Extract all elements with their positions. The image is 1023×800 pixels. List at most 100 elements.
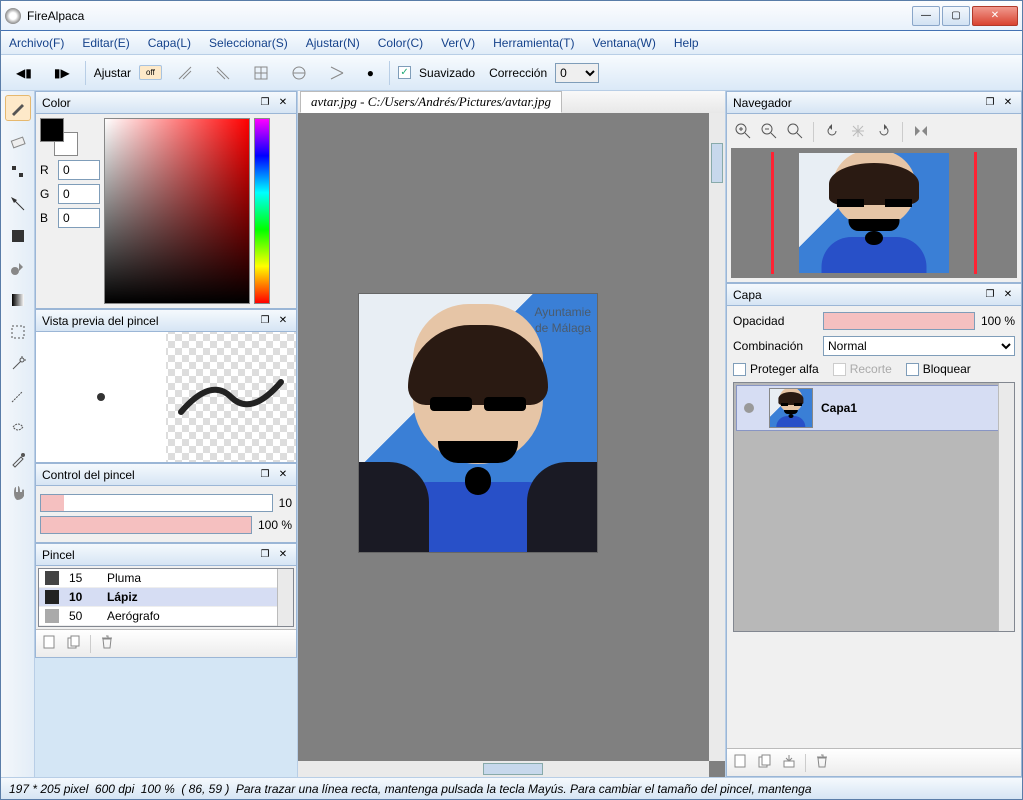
undo-button[interactable]: ◀▮ xyxy=(9,63,39,83)
zoom-out-button[interactable] xyxy=(761,123,777,142)
brush-control-panel: Control del pincel ❐ ✕ 10 100 % xyxy=(35,463,297,543)
correccion-select[interactable]: 0 xyxy=(555,63,599,83)
flip-button[interactable] xyxy=(913,123,929,142)
layer-item[interactable]: Capa1 xyxy=(736,385,1012,431)
menu-capa[interactable]: Capa(L) xyxy=(148,36,191,50)
rotate-right-button[interactable] xyxy=(876,123,892,142)
b-input[interactable] xyxy=(58,208,100,228)
hand-tool[interactable] xyxy=(5,479,31,505)
foreground-color-swatch[interactable] xyxy=(40,118,64,142)
menu-seleccionar[interactable]: Seleccionar(S) xyxy=(209,36,288,50)
brush-preview-title: Vista previa del pincel xyxy=(42,314,159,328)
opacity-label: Opacidad xyxy=(733,314,817,328)
close-icon[interactable]: ✕ xyxy=(1001,288,1015,302)
menu-herramienta[interactable]: Herramienta(T) xyxy=(493,36,574,50)
navigator-preview[interactable] xyxy=(731,148,1017,278)
hue-slider[interactable] xyxy=(254,118,270,304)
canvas-scrollbar-horizontal[interactable] xyxy=(298,761,709,777)
layer-opacity-slider[interactable] xyxy=(823,312,975,330)
snap-settings-button[interactable]: ● xyxy=(360,63,381,83)
undock-icon[interactable]: ❐ xyxy=(258,96,272,110)
canvas-scrollbar-vertical[interactable] xyxy=(709,113,725,761)
snap-diag1-button[interactable] xyxy=(170,62,200,84)
close-icon[interactable]: ✕ xyxy=(276,314,290,328)
brush-control-title: Control del pincel xyxy=(42,468,135,482)
r-input[interactable] xyxy=(58,160,100,180)
status-dims: 197 * 205 pixel xyxy=(9,782,88,796)
dot-tool[interactable] xyxy=(5,159,31,185)
delete-brush-button[interactable] xyxy=(99,634,115,653)
snap-radial-button[interactable] xyxy=(284,62,314,84)
delete-layer-button[interactable] xyxy=(814,753,830,772)
select-pen-tool[interactable] xyxy=(5,383,31,409)
g-input[interactable] xyxy=(58,184,100,204)
layer-visibility-toggle[interactable] xyxy=(737,403,761,413)
snap-vanish-button[interactable] xyxy=(322,62,352,84)
canvas-image: Ayuntamiede Málaga xyxy=(358,293,598,553)
close-icon[interactable]: ✕ xyxy=(276,468,290,482)
wand-tool[interactable] xyxy=(5,351,31,377)
close-icon[interactable]: ✕ xyxy=(276,548,290,562)
menu-ajustar[interactable]: Ajustar(N) xyxy=(306,36,360,50)
move-tool[interactable] xyxy=(5,191,31,217)
clip-checkbox[interactable]: Recorte xyxy=(833,362,892,376)
undock-icon[interactable]: ❐ xyxy=(258,468,272,482)
suavizado-checkbox[interactable]: ✓ xyxy=(398,66,411,79)
fill-tool[interactable] xyxy=(5,223,31,249)
lock-checkbox[interactable]: Bloquear xyxy=(906,362,971,376)
rotate-left-button[interactable] xyxy=(824,123,840,142)
color-swatch[interactable] xyxy=(40,118,78,156)
status-bar: 197 * 205 pixel 600 dpi 100 % ( 86, 59 )… xyxy=(1,777,1022,799)
minimize-button[interactable]: — xyxy=(912,6,940,26)
lasso-tool[interactable] xyxy=(5,415,31,441)
eraser-tool[interactable] xyxy=(5,127,31,153)
color-picker[interactable] xyxy=(104,118,250,304)
zoom-in-button[interactable] xyxy=(735,123,751,142)
menu-archivo[interactable]: Archivo(F) xyxy=(9,36,64,50)
layer-scrollbar[interactable] xyxy=(998,383,1014,631)
undock-icon[interactable]: ❐ xyxy=(983,288,997,302)
workspace: avtar.jpg - C:/Users/Andrés/Pictures/avt… xyxy=(297,91,726,777)
duplicate-layer-button[interactable] xyxy=(757,753,773,772)
brush-item[interactable]: 50Aerógrafo xyxy=(39,607,293,626)
eyedropper-tool[interactable] xyxy=(5,447,31,473)
duplicate-brush-button[interactable] xyxy=(66,634,82,653)
menu-color[interactable]: Color(C) xyxy=(378,36,423,50)
gradient-tool[interactable] xyxy=(5,287,31,313)
snap-diag2-button[interactable] xyxy=(208,62,238,84)
undock-icon[interactable]: ❐ xyxy=(983,96,997,110)
snap-off-button[interactable]: off xyxy=(139,65,162,80)
brush-item[interactable]: 15Pluma xyxy=(39,569,293,588)
rotate-reset-button[interactable] xyxy=(850,123,866,142)
undock-icon[interactable]: ❐ xyxy=(258,314,272,328)
close-icon[interactable]: ✕ xyxy=(1001,96,1015,110)
bucket-tool[interactable] xyxy=(5,255,31,281)
brush-size-slider[interactable] xyxy=(40,494,273,512)
document-tab[interactable]: avtar.jpg - C:/Users/Andrés/Pictures/avt… xyxy=(300,91,562,113)
close-button[interactable]: ✕ xyxy=(972,6,1018,26)
maximize-button[interactable]: ▢ xyxy=(942,6,970,26)
menu-ver[interactable]: Ver(V) xyxy=(441,36,475,50)
brush-scrollbar[interactable] xyxy=(277,569,293,626)
undock-icon[interactable]: ❐ xyxy=(258,548,272,562)
snap-grid-button[interactable] xyxy=(246,62,276,84)
menu-ventana[interactable]: Ventana(W) xyxy=(592,36,655,50)
blend-mode-select[interactable]: Normal xyxy=(823,336,1015,356)
brush-item[interactable]: 10Lápiz xyxy=(39,588,293,607)
canvas[interactable]: Ayuntamiede Málaga xyxy=(298,113,725,777)
merge-layer-button[interactable] xyxy=(781,753,797,772)
new-layer-button[interactable] xyxy=(733,753,749,772)
menu-editar[interactable]: Editar(E) xyxy=(82,36,129,50)
menubar: Archivo(F) Editar(E) Capa(L) Seleccionar… xyxy=(1,31,1022,55)
titlebar: FireAlpaca — ▢ ✕ xyxy=(1,1,1022,31)
select-rect-tool[interactable] xyxy=(5,319,31,345)
close-icon[interactable]: ✕ xyxy=(276,96,290,110)
new-brush-button[interactable] xyxy=(42,634,58,653)
redo-button[interactable]: ▮▶ xyxy=(47,63,77,83)
zoom-fit-button[interactable] xyxy=(787,123,803,142)
brush-opacity-slider[interactable] xyxy=(40,516,252,534)
brush-tool[interactable] xyxy=(5,95,31,121)
left-panels: Color ❐ ✕ R G B xyxy=(35,91,297,777)
protect-alpha-checkbox[interactable]: Proteger alfa xyxy=(733,362,819,376)
menu-help[interactable]: Help xyxy=(674,36,699,50)
